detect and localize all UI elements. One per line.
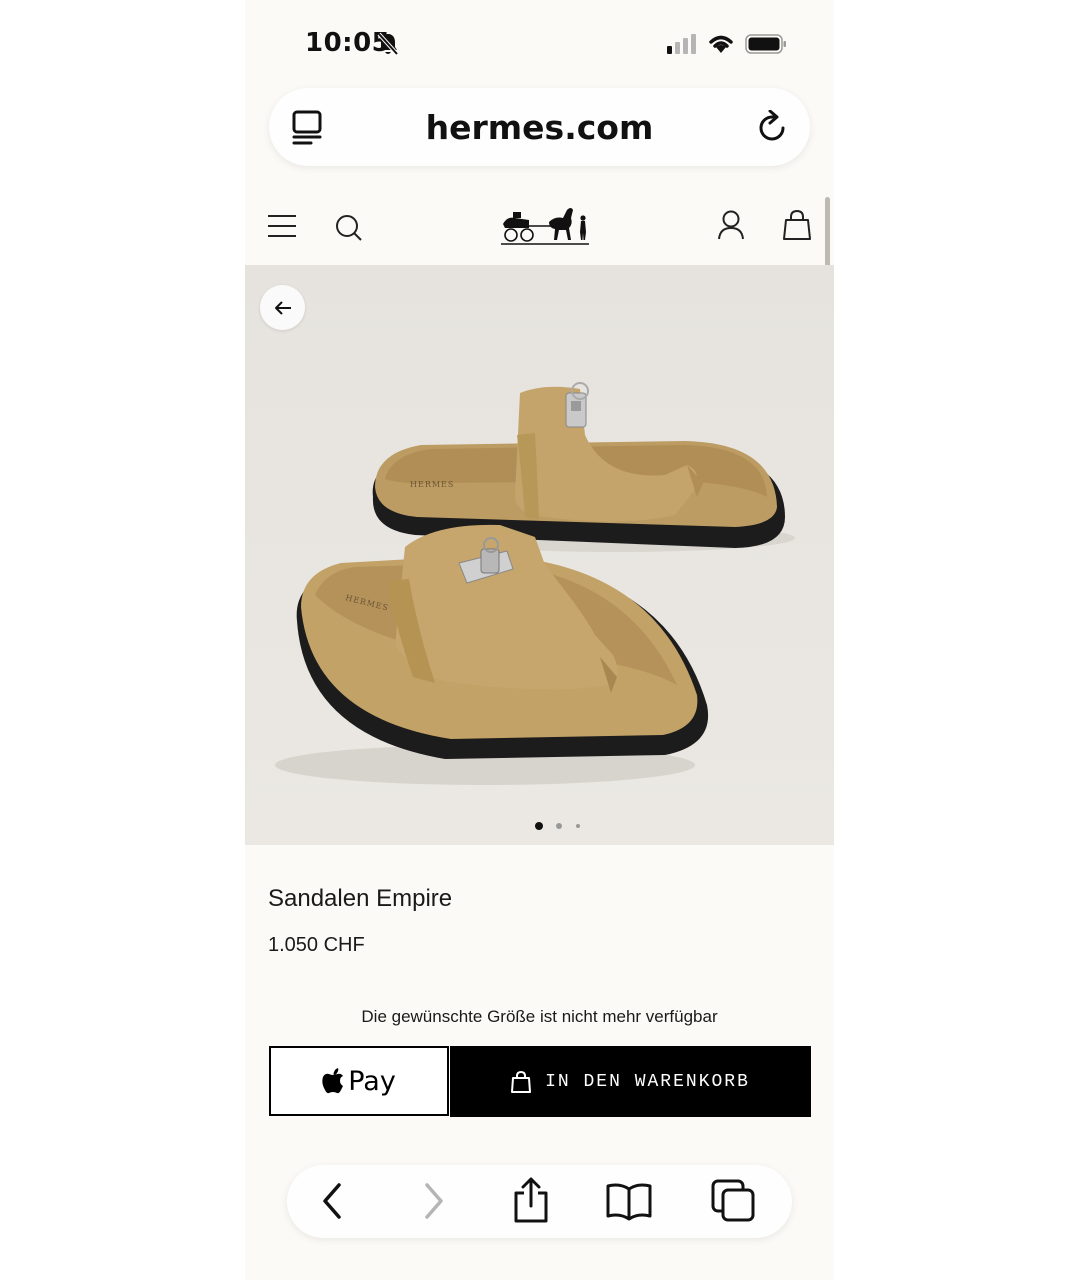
site-header [245,192,834,264]
apple-pay-button[interactable]: Pay [269,1046,449,1116]
carousel-dot[interactable] [556,823,562,829]
account-icon[interactable] [717,210,745,240]
bell-off-icon [377,32,399,56]
reload-icon[interactable] [756,110,790,146]
tab-overview-icon[interactable] [711,1179,757,1223]
apple-logo-icon [322,1068,344,1094]
carousel-dot-active[interactable] [535,822,543,830]
svg-text:HERMES: HERMES [410,480,454,489]
carousel-dot[interactable] [576,824,580,828]
share-icon[interactable] [511,1177,551,1223]
battery-icon [745,34,786,54]
wifi-icon [709,35,733,53]
arrow-left-icon [274,300,291,315]
availability-note: Die gewünschte Größe ist nicht mehr verf… [361,1007,718,1026]
shopping-bag-icon [511,1070,532,1093]
image-back-button[interactable] [260,285,305,330]
bookmarks-icon[interactable] [606,1183,652,1221]
forward-icon[interactable] [419,1181,449,1221]
apple-pay-label: Pay [348,1065,396,1097]
product-price: 1.050 CHF [268,934,365,956]
search-icon[interactable] [335,214,363,242]
url-text[interactable]: hermes.com [269,108,810,147]
sandals-image: HERMES HERMES [245,265,834,845]
add-to-cart-label: IN DEN WARENKORB [545,1071,750,1092]
phone-screen: 10:05 hermes.com HERMES HERMES Sandalen … [245,0,834,1280]
signal-icon [667,34,696,54]
hermes-logo[interactable] [499,202,591,246]
product-image[interactable]: HERMES HERMES [245,265,834,845]
add-to-cart-button[interactable]: IN DEN WARENKORB [450,1046,811,1117]
shopping-bag-icon[interactable] [783,210,811,240]
menu-icon[interactable] [267,214,297,238]
address-bar[interactable]: hermes.com [269,88,810,166]
product-title: Sandalen Empire [268,885,453,912]
browser-toolbar [287,1165,792,1238]
back-icon[interactable] [317,1181,347,1221]
